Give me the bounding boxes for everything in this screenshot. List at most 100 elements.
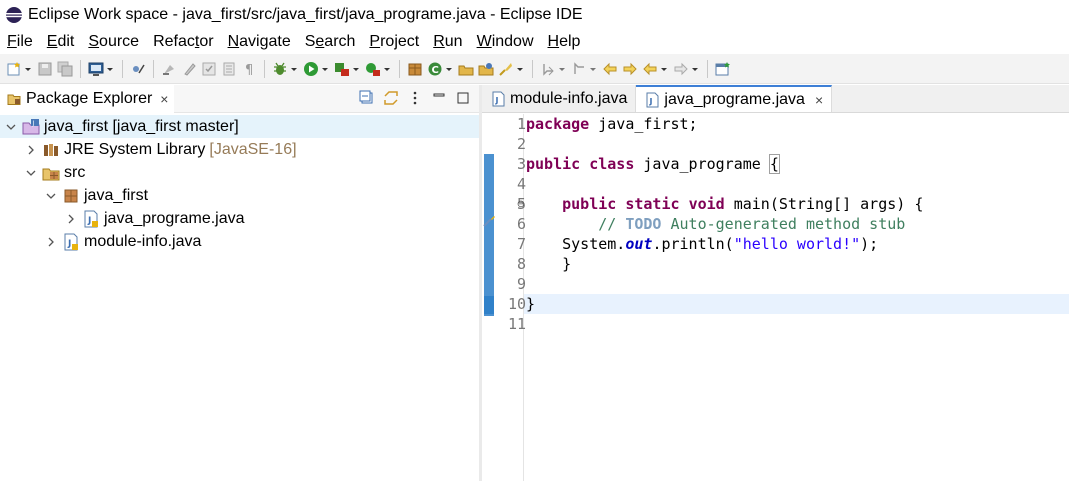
new-java-class-icon[interactable]: C — [427, 61, 443, 77]
chevron-right-icon[interactable] — [24, 143, 38, 157]
view-menu-icon[interactable] — [407, 90, 423, 106]
chevron-down-icon[interactable] — [589, 61, 597, 77]
chevron-down-icon[interactable] — [445, 61, 453, 77]
toggle-mark-occurrences-icon[interactable] — [161, 61, 177, 77]
line-number: 3 — [516, 155, 526, 173]
menu-source[interactable]: Source — [81, 33, 146, 51]
show-whitespace-icon[interactable] — [221, 61, 237, 77]
chevron-down-icon[interactable] — [24, 166, 38, 180]
back-icon[interactable] — [642, 61, 658, 77]
tree-item-module-info[interactable]: J module-info.java — [0, 230, 479, 253]
save-all-icon[interactable] — [57, 61, 73, 77]
close-icon[interactable]: × — [815, 92, 823, 108]
external-tools-icon[interactable] — [365, 61, 381, 77]
close-icon[interactable]: × — [160, 91, 168, 107]
coverage-icon[interactable] — [334, 61, 350, 77]
forward-icon[interactable] — [673, 61, 689, 77]
open-perspective-icon[interactable] — [715, 61, 731, 77]
svg-text:¶: ¶ — [245, 63, 253, 77]
menu-search[interactable]: Search — [298, 33, 363, 51]
menu-window[interactable]: Window — [470, 33, 541, 51]
search-icon[interactable] — [498, 61, 514, 77]
run-icon[interactable] — [303, 61, 319, 77]
java-file-icon: J — [492, 91, 505, 106]
menu-file[interactable]: File — [0, 33, 40, 51]
package-explorer-header: Package Explorer × — [0, 84, 479, 113]
terminal-icon[interactable] — [88, 61, 104, 77]
chevron-down-icon[interactable] — [24, 61, 32, 77]
line-number: 8 — [516, 255, 526, 273]
chevron-down-icon[interactable] — [691, 61, 699, 77]
comment-token: Auto-generated method stub — [661, 215, 906, 233]
chevron-right-icon[interactable] — [64, 212, 78, 226]
toolbar-separator — [153, 59, 154, 78]
code-token: java_first; — [589, 115, 698, 133]
code-area[interactable]: package java_first; public class java_pr… — [482, 114, 1069, 481]
editor-tab-bar: J module-info.java J java_programe.java … — [482, 85, 1069, 113]
minimize-icon[interactable] — [431, 90, 447, 106]
chevron-right-icon[interactable] — [44, 235, 58, 249]
chevron-down-icon[interactable] — [383, 61, 391, 77]
maximize-icon[interactable] — [455, 90, 471, 106]
package-explorer-tree: J java_first [java_first master] JRE Sys… — [0, 113, 479, 253]
chevron-down-icon[interactable] — [106, 61, 114, 77]
chevron-down-icon[interactable] — [4, 120, 18, 134]
package-explorer-title: Package Explorer — [26, 89, 153, 107]
new-wizard-icon[interactable] — [6, 61, 22, 77]
menu-refactor[interactable]: Refactor — [146, 33, 220, 51]
menu-help[interactable]: Help — [541, 33, 588, 51]
line-number: 9 — [516, 275, 526, 293]
next-annotation-icon[interactable] — [540, 61, 556, 77]
menu-project[interactable]: Project — [362, 33, 426, 51]
chevron-down-icon[interactable] — [516, 61, 524, 77]
tab-package-explorer[interactable]: Package Explorer × — [0, 84, 175, 113]
block-selection-icon[interactable] — [201, 61, 217, 77]
debug-icon[interactable] — [272, 61, 288, 77]
menu-navigate[interactable]: Navigate — [221, 33, 298, 51]
skip-breakpoints-icon[interactable] — [130, 61, 146, 77]
open-type-icon[interactable] — [458, 61, 474, 77]
tree-item-src[interactable]: src — [0, 161, 479, 184]
chevron-down-icon[interactable] — [321, 61, 329, 77]
tree-item-jre-library[interactable]: JRE System Library [JavaSE-16] — [0, 138, 479, 161]
chevron-down-icon[interactable] — [44, 189, 58, 203]
pilcrow-icon[interactable]: ¶ — [241, 61, 257, 77]
chevron-down-icon[interactable] — [660, 61, 668, 77]
last-edit-location-icon[interactable] — [602, 61, 618, 77]
project-icon: J — [22, 118, 40, 136]
line-number: 2 — [516, 135, 526, 153]
tree-item-decoration: [JavaSE-16] — [209, 140, 297, 158]
chevron-down-icon[interactable] — [558, 61, 566, 77]
new-java-package-icon[interactable] — [407, 61, 423, 77]
code-token: .println( — [652, 235, 734, 253]
fold-collapse-icon[interactable]: ⊖ — [516, 194, 526, 214]
save-icon[interactable] — [37, 61, 53, 77]
chevron-down-icon[interactable] — [290, 61, 298, 77]
tab-label: java_programe.java — [664, 90, 805, 108]
previous-annotation-icon[interactable] — [571, 61, 587, 77]
menu-run[interactable]: Run — [426, 33, 469, 51]
toolbar-separator — [80, 59, 81, 78]
tree-item-package[interactable]: java_first — [0, 184, 479, 207]
java-file-icon: J — [646, 92, 659, 107]
source-folder-icon — [42, 164, 60, 182]
tree-item-java-programe[interactable]: J java_programe.java — [0, 207, 479, 230]
keyword-token: package — [526, 115, 590, 133]
tree-item-label: java_programe.java — [104, 209, 245, 227]
window-title: Eclipse Work space - java_first/src/java… — [28, 6, 583, 23]
menu-edit[interactable]: Edit — [40, 33, 82, 51]
open-task-icon[interactable] — [478, 61, 494, 77]
tree-item-project[interactable]: J java_first [java_first master] — [0, 115, 479, 138]
tab-java-programe[interactable]: J java_programe.java × — [636, 85, 833, 112]
link-with-editor-icon[interactable] — [383, 90, 399, 106]
diff-change-marker — [484, 296, 494, 316]
tab-module-info[interactable]: J module-info.java — [482, 85, 637, 112]
chevron-down-icon[interactable] — [352, 61, 360, 77]
line-number: 10 — [507, 295, 526, 313]
collapse-all-icon[interactable] — [359, 90, 375, 106]
back-to-icon[interactable] — [622, 61, 638, 77]
edit-highlight-icon[interactable] — [181, 61, 197, 77]
quick-fix-icon[interactable] — [482, 214, 496, 228]
